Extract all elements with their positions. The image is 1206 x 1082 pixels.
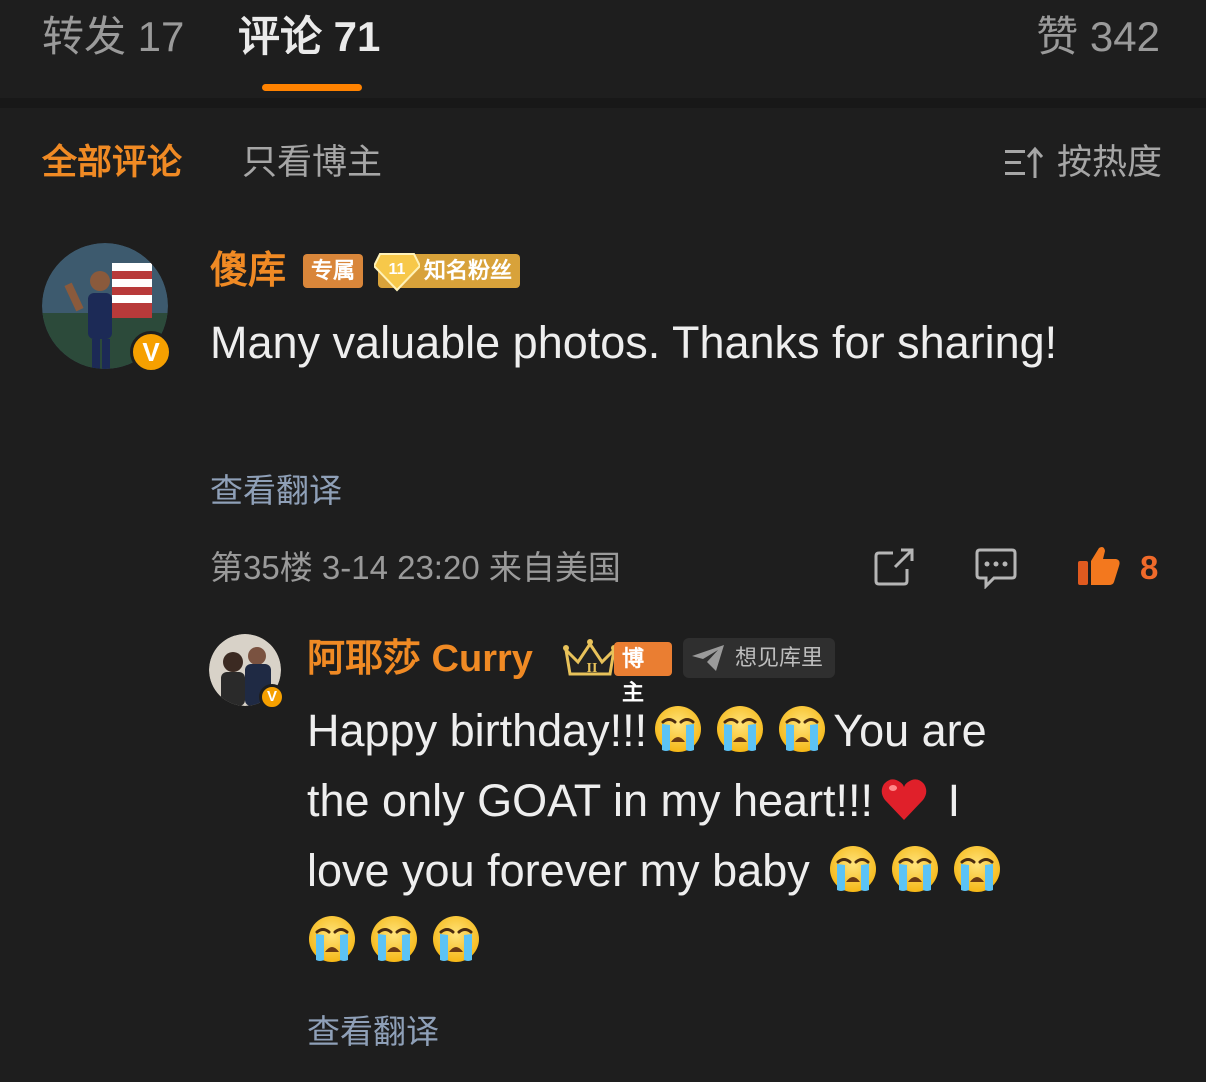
commenter-username[interactable]: 傻库 — [210, 246, 286, 296]
crying-emoji — [777, 704, 827, 754]
crying-emoji — [431, 914, 481, 964]
crying-emoji — [715, 704, 765, 754]
tab-divider — [0, 98, 1206, 108]
reply-line-1: Happy birthday!!! — [307, 705, 648, 756]
crown-icon: II — [563, 639, 617, 676]
exclusive-badge[interactable]: 专属 — [303, 254, 364, 288]
blogger-level: II — [587, 661, 598, 676]
crying-emoji — [369, 914, 419, 964]
blogger-badge-label: 博主 — [614, 642, 672, 705]
comment-icon[interactable] — [974, 547, 1018, 589]
reply-line-1-after: You are — [833, 705, 987, 756]
crying-emoji — [828, 844, 878, 894]
filter-blogger-only[interactable]: 只看博主 — [242, 140, 382, 186]
red-heart-emoji — [881, 779, 927, 820]
verified-badge: V — [130, 331, 172, 373]
thumbs-up-icon[interactable] — [1077, 545, 1121, 587]
tag-badge[interactable]: 想见库里 — [683, 638, 836, 678]
sort-icon — [1004, 146, 1043, 178]
reply-text: Happy birthday!!! You are the only GOAT i… — [307, 696, 1157, 976]
reply-view-translation-link[interactable]: 查看翻译 — [307, 1010, 439, 1054]
tab-likes[interactable]: 赞 342 — [1036, 12, 1160, 62]
fan-diamond-icon: 11 — [374, 253, 420, 292]
tag-badge-label: 想见库里 — [735, 645, 824, 670]
verified-badge: V — [259, 684, 285, 710]
fan-level-number: 11 — [389, 261, 406, 278]
tab-reposts[interactable]: 转发 17 — [42, 12, 184, 62]
comment-meta: 第35楼 3-14 23:20 来自美国 — [210, 549, 621, 586]
like-count: 8 — [1140, 549, 1159, 586]
crying-emoji — [653, 704, 703, 754]
crying-emoji — [890, 844, 940, 894]
fan-badge-label: 知名粉丝 — [424, 258, 513, 283]
crying-emoji — [307, 914, 357, 964]
reply-line-3: love you forever my baby — [307, 845, 810, 896]
tab-comments[interactable]: 评论 71 — [238, 12, 380, 62]
paper-plane-icon — [692, 645, 724, 671]
filter-all-comments[interactable]: 全部评论 — [42, 140, 182, 186]
active-tab-indicator — [262, 84, 362, 91]
comment-text: Many valuable photos. Thanks for sharing… — [210, 317, 1058, 368]
reply-avatar-wrap[interactable]: V — [209, 634, 285, 710]
view-translation-link[interactable]: 查看翻译 — [210, 469, 342, 513]
reply-line-2-after: I — [947, 775, 961, 826]
fan-level-badge[interactable]: 11 知名粉丝 — [374, 253, 521, 292]
reply-line-2: the only GOAT in my heart!!! — [307, 775, 874, 826]
share-icon[interactable] — [873, 547, 915, 587]
commenter-avatar-wrap[interactable]: V — [42, 243, 172, 373]
crying-emoji — [952, 844, 1002, 894]
sort-by-popularity-button[interactable]: 按热度 — [1004, 140, 1162, 186]
reply-username[interactable]: 阿耶莎 Curry — [307, 634, 533, 684]
blogger-badge[interactable]: II 博主 — [562, 636, 672, 705]
sort-label: 按热度 — [1056, 143, 1162, 182]
